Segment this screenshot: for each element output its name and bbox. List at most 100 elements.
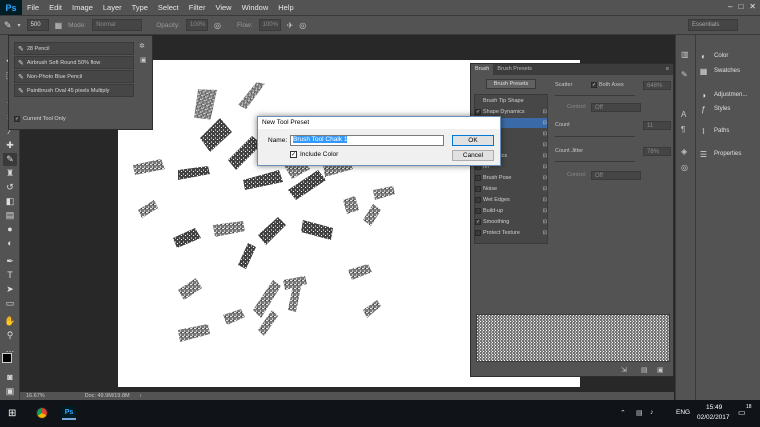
- lock-icon[interactable]: ⊡: [543, 197, 547, 203]
- lock-icon[interactable]: ⊡: [543, 109, 547, 115]
- menu-select[interactable]: Select: [153, 3, 184, 12]
- checkbox[interactable]: ✓: [475, 219, 481, 225]
- menu-help[interactable]: Help: [273, 3, 298, 12]
- workspace-select[interactable]: Essentials: [688, 19, 738, 31]
- lock-icon[interactable]: ⊡: [543, 142, 547, 148]
- ok-button[interactable]: OK: [452, 135, 494, 146]
- lock-icon[interactable]: ⊡: [543, 186, 547, 192]
- chrome-icon[interactable]: [36, 407, 48, 419]
- brush-panel-toggle-icon[interactable]: ▦: [55, 21, 63, 30]
- clock-time[interactable]: 15:49: [706, 404, 722, 411]
- pen-tool-icon[interactable]: ✒: [3, 255, 17, 268]
- lock-icon[interactable]: ⊡: [543, 219, 547, 225]
- brush-setting-item[interactable]: Build-up ⊡: [475, 206, 547, 216]
- gear-icon[interactable]: ✲: [139, 42, 145, 50]
- menu-filter[interactable]: Filter: [184, 3, 211, 12]
- scatter-field[interactable]: 648%: [643, 81, 671, 90]
- chevron-right-icon[interactable]: ›: [140, 393, 142, 399]
- windows-start-icon[interactable]: ⊞: [8, 408, 16, 419]
- zoom-level[interactable]: 16.67%: [26, 393, 45, 399]
- brush-setting-item[interactable]: Noise ⊡: [475, 184, 547, 194]
- opacity-field[interactable]: 100%: [186, 19, 209, 31]
- dock-item-color[interactable]: ◐ Color: [698, 48, 760, 64]
- hand-tool-icon[interactable]: ✋: [3, 315, 17, 328]
- clone-stamp-tool-icon[interactable]: ♜: [3, 167, 17, 180]
- count-jitter-slider[interactable]: [555, 161, 635, 162]
- menu-image[interactable]: Image: [67, 3, 98, 12]
- scatter-slider[interactable]: [555, 95, 635, 96]
- count-field[interactable]: 11: [643, 121, 671, 130]
- new-brush-icon[interactable]: ▤: [641, 366, 648, 374]
- brush-setting-item[interactable]: Brush Tip Shape: [475, 96, 547, 106]
- brush-setting-item[interactable]: Brush Pose ⊡: [475, 173, 547, 183]
- brush-setting-item[interactable]: ✓ Smoothing ⊡: [475, 217, 547, 227]
- checkbox[interactable]: [475, 208, 481, 214]
- brush-setting-item[interactable]: Protect Texture ⊡: [475, 228, 547, 238]
- current-tool-only-checkbox[interactable]: ✓ Current Tool Only: [14, 116, 66, 122]
- dodge-tool-icon[interactable]: ◐: [3, 237, 17, 250]
- menu-file[interactable]: File: [22, 3, 44, 12]
- dock-item-paths[interactable]: ⌇ Paths: [698, 123, 760, 139]
- checkbox[interactable]: [475, 230, 481, 236]
- flow-field[interactable]: 100%: [258, 19, 281, 31]
- foreground-color-swatch[interactable]: [2, 353, 12, 363]
- chevron-down-icon[interactable]: ▾: [18, 22, 21, 29]
- pressure-opacity-icon[interactable]: ◎: [214, 21, 221, 30]
- brush-presets-button[interactable]: Brush Presets: [486, 79, 536, 89]
- dock-item-swatches[interactable]: ▦ Swatches: [698, 63, 760, 79]
- blur-tool-icon[interactable]: ●: [3, 223, 17, 236]
- lock-icon[interactable]: ⊡: [543, 208, 547, 214]
- pressure-size-icon[interactable]: ◎: [299, 21, 306, 30]
- panel-menu-icon[interactable]: ≡: [662, 64, 673, 75]
- maximize-icon[interactable]: □: [738, 2, 743, 11]
- airbrush-icon[interactable]: ✈: [287, 21, 294, 30]
- lock-icon[interactable]: ⊡: [543, 131, 547, 137]
- path-select-tool-icon[interactable]: ➤: [3, 283, 17, 296]
- tab-brush-presets[interactable]: Brush Presets: [493, 64, 536, 75]
- volume-icon[interactable]: ♪: [650, 409, 654, 416]
- type-tool-icon[interactable]: T: [3, 269, 17, 282]
- include-color-checkbox[interactable]: ✓ Include Color: [290, 151, 338, 158]
- notification-icon[interactable]: ▭: [738, 408, 746, 417]
- count-slider[interactable]: [555, 136, 635, 137]
- brush-panel-icon[interactable]: ✎: [681, 70, 688, 79]
- lock-icon[interactable]: ⊡: [543, 153, 547, 159]
- both-axes-checkbox[interactable]: ✓: [591, 82, 597, 88]
- checkbox[interactable]: ✓: [475, 109, 481, 115]
- close-icon[interactable]: ✕: [749, 2, 756, 11]
- menu-type[interactable]: Type: [127, 3, 153, 12]
- lock-icon[interactable]: ⊡: [543, 230, 547, 236]
- dock-item-styles[interactable]: ƒ Styles: [698, 101, 760, 117]
- control-select[interactable]: Off: [591, 103, 641, 112]
- preset-item[interactable]: ✎ Airbrush Soft Round 50% flow: [14, 56, 134, 69]
- minimize-icon[interactable]: –: [728, 2, 732, 11]
- healing-brush-tool-icon[interactable]: ✚: [3, 139, 17, 152]
- menu-edit[interactable]: Edit: [44, 3, 67, 12]
- brush-size-picker[interactable]: 500: [26, 19, 49, 31]
- checkbox[interactable]: ✓: [290, 151, 297, 158]
- brush-tool-icon[interactable]: ✎: [3, 153, 17, 166]
- new-brush-preset-icon[interactable]: ▣: [657, 366, 664, 374]
- screen-mode-icon[interactable]: ▣: [3, 385, 17, 398]
- preset-item[interactable]: ✎ Non-Photo Blue Pencil: [14, 70, 134, 83]
- lock-icon[interactable]: ⊡: [543, 175, 547, 181]
- language-indicator[interactable]: ENG: [676, 409, 690, 416]
- clock-date[interactable]: 02/02/2017: [697, 414, 730, 421]
- brush-tool-icon[interactable]: ✎: [4, 20, 12, 31]
- shape-tool-icon[interactable]: ▭: [3, 297, 17, 310]
- character-icon[interactable]: A: [681, 110, 686, 119]
- network-icon[interactable]: ▤: [636, 409, 643, 417]
- menu-layer[interactable]: Layer: [98, 3, 127, 12]
- preset-name-input[interactable]: Brush Tool Chalk 1: [290, 135, 444, 146]
- tab-brush[interactable]: Brush: [471, 64, 494, 75]
- checkbox[interactable]: [475, 175, 481, 181]
- count-jitter-field[interactable]: 78%: [643, 147, 671, 156]
- history-icon[interactable]: ▥: [681, 50, 689, 59]
- photoshop-taskbar-icon[interactable]: Ps: [62, 406, 76, 420]
- gradient-tool-icon[interactable]: ▤: [3, 209, 17, 222]
- channels-icon[interactable]: ◎: [681, 163, 688, 172]
- control-select-2[interactable]: Off: [591, 171, 641, 180]
- menu-window[interactable]: Window: [237, 3, 274, 12]
- checkbox[interactable]: [475, 197, 481, 203]
- brush-setting-item[interactable]: Wet Edges ⊡: [475, 195, 547, 205]
